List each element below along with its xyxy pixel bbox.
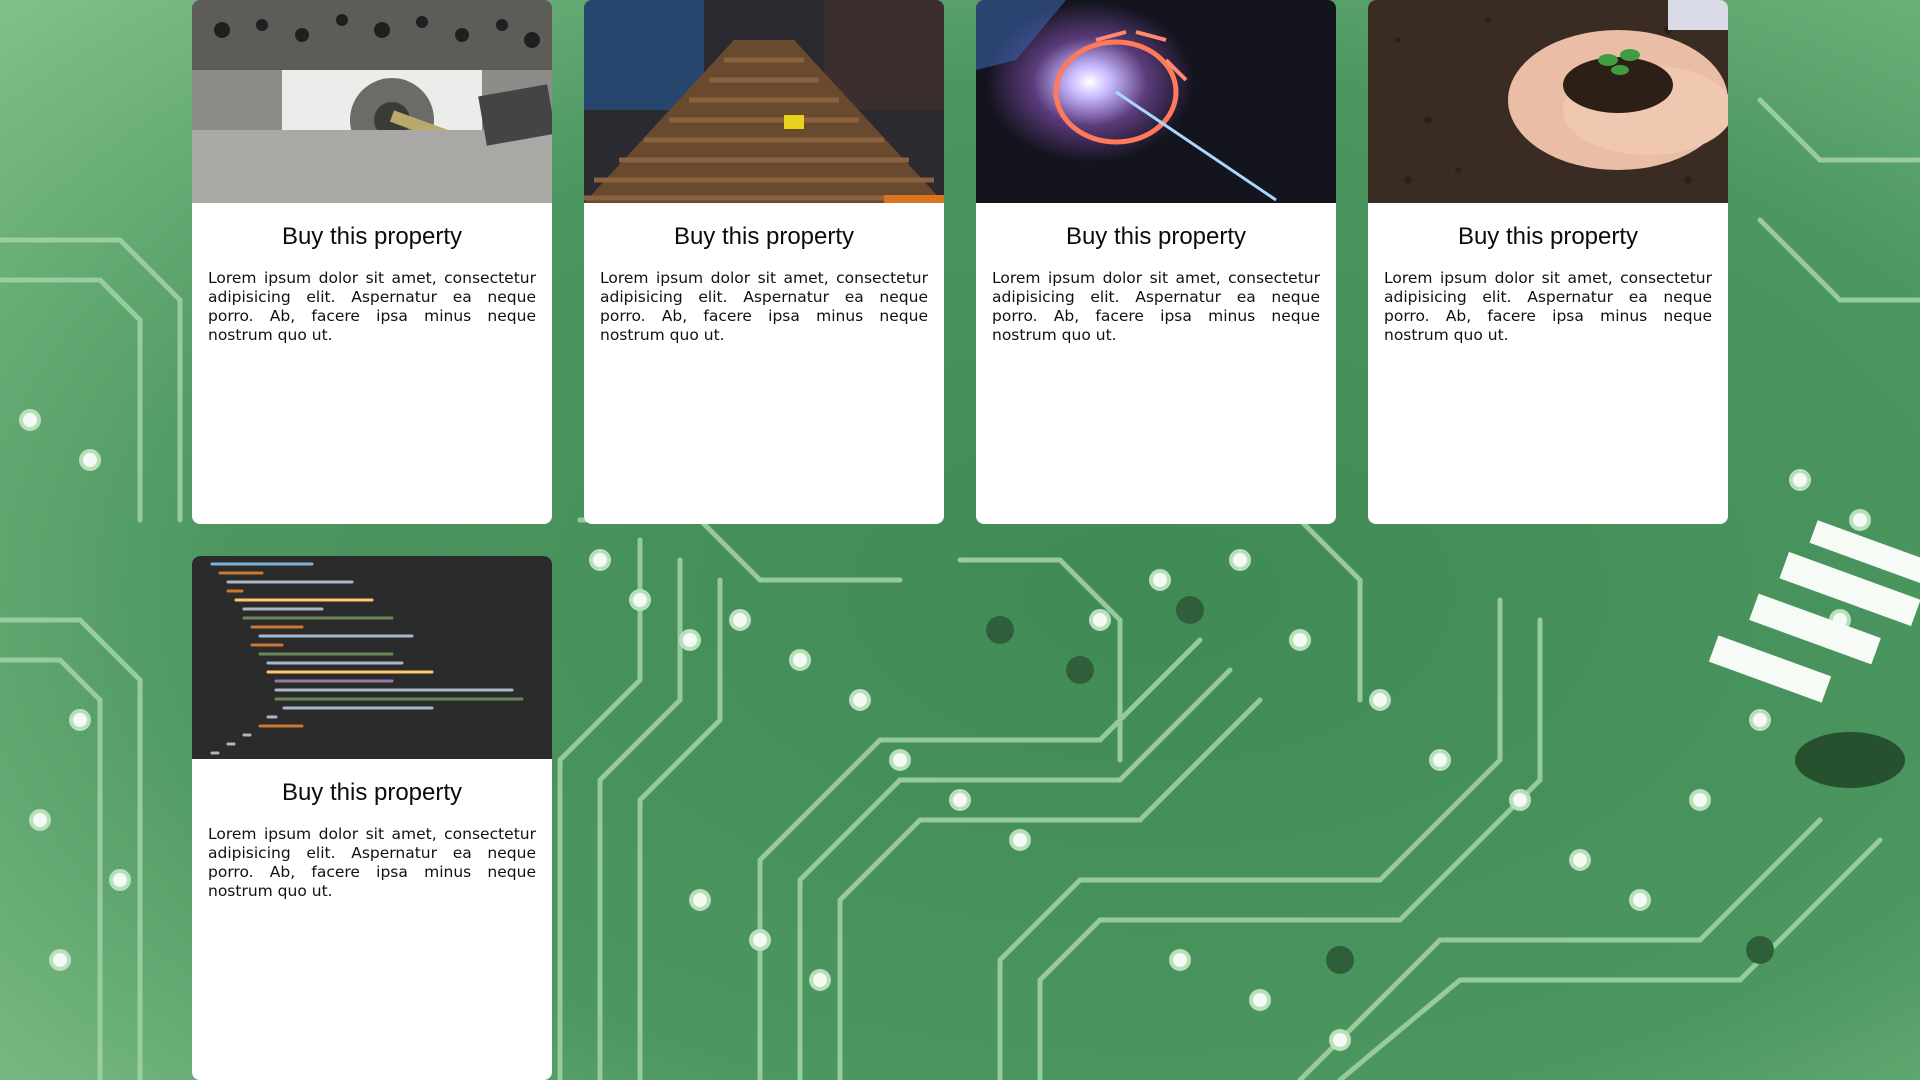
card-image <box>976 0 1336 203</box>
robotic-gear-machine-image <box>192 0 552 203</box>
card-text: Lorem ipsum dolor sit amet, consectetur … <box>208 825 536 900</box>
page: Buy this property Lorem ipsum dolor sit … <box>0 0 1920 1080</box>
card-image <box>584 0 944 203</box>
industrial-roller-conveyor-image <box>584 0 944 203</box>
card-body: Buy this property Lorem ipsum dolor sit … <box>584 203 944 361</box>
card-title: Buy this property <box>1065 223 1247 250</box>
property-card[interactable]: Buy this property Lorem ipsum dolor sit … <box>584 0 944 524</box>
card-text: Lorem ipsum dolor sit amet, consectetur … <box>208 269 536 344</box>
card-text: Lorem ipsum dolor sit amet, consectetur … <box>992 269 1320 344</box>
card-image <box>192 0 552 203</box>
card-title: Buy this property <box>673 223 855 250</box>
card-body: Buy this property Lorem ipsum dolor sit … <box>1368 203 1728 361</box>
card-image <box>1368 0 1728 203</box>
card-body: Buy this property Lorem ipsum dolor sit … <box>192 759 552 917</box>
card-title: Buy this property <box>281 223 463 250</box>
card-body: Buy this property Lorem ipsum dolor sit … <box>976 203 1336 361</box>
card-title: Buy this property <box>281 779 463 806</box>
card-text: Lorem ipsum dolor sit amet, consectetur … <box>600 269 928 344</box>
light-tunnel-image <box>976 0 1336 203</box>
card-body: Buy this property Lorem ipsum dolor sit … <box>192 203 552 361</box>
card-title: Buy this property <box>1457 223 1639 250</box>
hands-holding-plant-image <box>1368 0 1728 203</box>
property-card[interactable]: Buy this property Lorem ipsum dolor sit … <box>192 0 552 524</box>
card-text: Lorem ipsum dolor sit amet, consectetur … <box>1384 269 1712 344</box>
card-grid: Buy this property Lorem ipsum dolor sit … <box>192 0 1728 1080</box>
code-editor-image <box>192 556 552 759</box>
property-card[interactable]: Buy this property Lorem ipsum dolor sit … <box>192 556 552 1080</box>
property-card[interactable]: Buy this property Lorem ipsum dolor sit … <box>976 0 1336 524</box>
card-image <box>192 556 552 759</box>
property-card[interactable]: Buy this property Lorem ipsum dolor sit … <box>1368 0 1728 524</box>
